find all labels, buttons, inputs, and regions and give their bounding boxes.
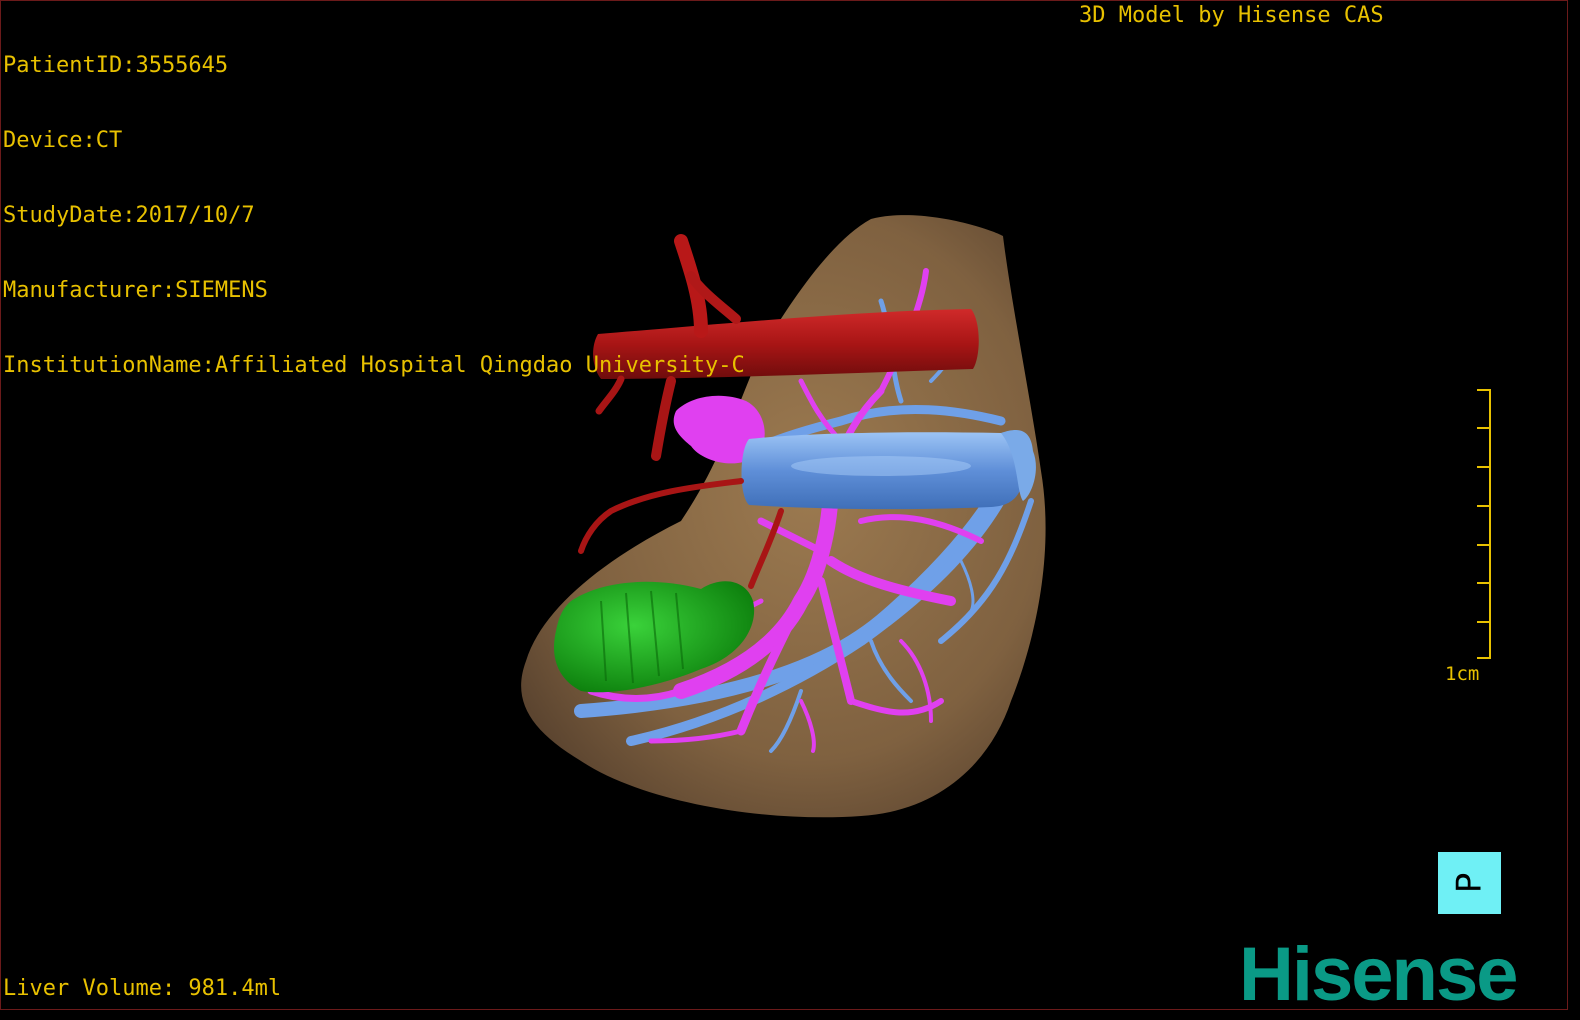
scale-label: 1cm — [1445, 663, 1480, 685]
dicom-metadata: PatientID:3555645 Device:CT StudyDate:20… — [3, 3, 745, 428]
patient-id: PatientID:3555645 — [3, 53, 229, 78]
institution-name: InstitutionName:Affiliated Hospital Qing… — [3, 353, 745, 378]
scale-bar — [1477, 389, 1491, 659]
model-credit: 3D Model by Hisense CAS — [1079, 3, 1384, 28]
3d-viewport[interactable]: PatientID:3555645 Device:CT StudyDate:20… — [0, 0, 1568, 1010]
orientation-letter: P — [1449, 872, 1490, 894]
inferior-vena-cava — [741, 430, 1036, 510]
liver-volume: Liver Volume: 981.4ml — [3, 976, 282, 1001]
study-date: StudyDate:2017/10/7 — [3, 203, 255, 228]
manufacturer: Manufacturer:SIEMENS — [3, 278, 268, 303]
device: Device:CT — [3, 128, 123, 153]
brand-logo: Hisense — [1239, 932, 1518, 1010]
orientation-marker[interactable]: P — [1438, 852, 1501, 914]
